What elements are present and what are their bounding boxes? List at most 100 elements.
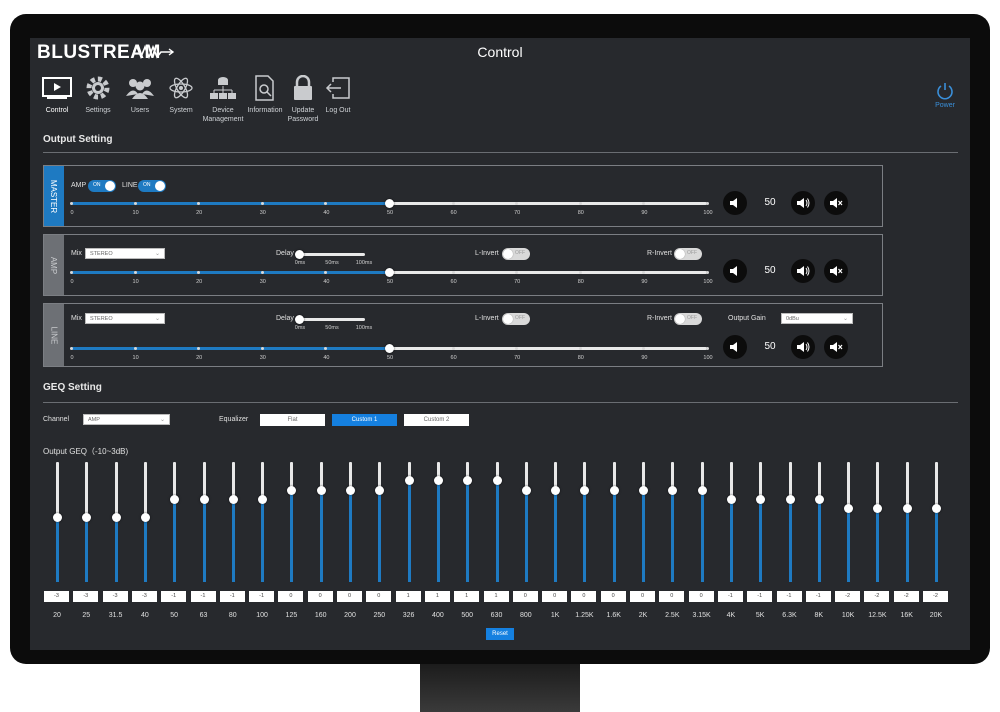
geq-band-value[interactable]: -2 (864, 591, 890, 602)
geq-band-value[interactable]: -1 (219, 591, 245, 602)
geq-band-knob[interactable] (785, 494, 795, 504)
geq-band-knob[interactable] (521, 485, 531, 495)
geq-band-value[interactable]: -1 (747, 591, 773, 602)
geq-band-knob[interactable] (609, 485, 619, 495)
geq-band-value[interactable]: 0 (366, 591, 392, 602)
geq-band-value[interactable]: 0 (571, 591, 597, 602)
geq-band-knob[interactable] (756, 494, 766, 504)
geq-band-knob[interactable] (697, 485, 707, 495)
geq-band-knob[interactable] (228, 494, 238, 504)
geq-band-knob[interactable] (111, 513, 121, 523)
geq-band-value[interactable]: 0 (688, 591, 714, 602)
line-volume-slider[interactable] (70, 344, 709, 353)
volume-tick-label: 60 (450, 355, 457, 361)
volume-up-button[interactable] (791, 259, 815, 283)
geq-band-value[interactable]: -3 (131, 591, 157, 602)
geq-band-knob[interactable] (82, 513, 92, 523)
nav-item-log-out[interactable]: Log Out (311, 74, 365, 115)
geq-band-value[interactable]: 0 (278, 591, 304, 602)
r-invert-toggle[interactable]: OFF (674, 313, 702, 325)
volume-knob[interactable] (385, 199, 394, 208)
preset-custom2-button[interactable]: Custom 2 (404, 414, 469, 426)
geq-band-knob[interactable] (492, 476, 502, 486)
geq-band-value[interactable]: 0 (512, 591, 538, 602)
geq-band-knob[interactable] (140, 513, 150, 523)
geq-band-fill (349, 489, 352, 582)
preset-custom1-button[interactable]: Custom 1 (332, 414, 397, 426)
mix-select[interactable]: STEREO ⌄ (85, 248, 165, 259)
mute-button[interactable] (824, 335, 848, 359)
geq-band-value[interactable]: -2 (893, 591, 919, 602)
l-invert-toggle[interactable]: OFF (502, 248, 530, 260)
amp-toggle[interactable]: ON (88, 180, 116, 192)
geq-band-value[interactable]: 1 (454, 591, 480, 602)
geq-band-value[interactable]: 0 (337, 591, 362, 602)
geq-band-value[interactable]: 1 (424, 591, 450, 602)
geq-band-knob[interactable] (199, 494, 209, 504)
geq-band-knob[interactable] (932, 504, 941, 514)
volume-up-button[interactable] (791, 335, 815, 359)
geq-band-knob[interactable] (873, 504, 883, 514)
geq-band-value[interactable]: 0 (630, 591, 655, 602)
geq-band-knob[interactable] (433, 476, 443, 486)
volume-down-button[interactable] (723, 259, 747, 283)
geq-band-value[interactable]: -1 (805, 591, 831, 602)
geq-band-value[interactable]: -3 (102, 591, 128, 602)
geq-band-knob[interactable] (346, 485, 355, 495)
reset-button[interactable]: Reset (486, 628, 514, 640)
volume-knob[interactable] (385, 344, 394, 353)
output-gain-label: Output Gain (728, 315, 766, 322)
volume-down-button[interactable] (723, 191, 747, 215)
volume-down-button[interactable] (723, 335, 747, 359)
geq-band-knob[interactable] (551, 485, 561, 495)
geq-band-value[interactable]: 1 (483, 591, 509, 602)
geq-band-value[interactable]: -1 (190, 591, 216, 602)
channel-select[interactable]: AMP ⌄ (83, 414, 170, 425)
geq-band-knob[interactable] (902, 504, 912, 514)
geq-band-knob[interactable] (375, 485, 385, 495)
master-volume-slider[interactable] (70, 199, 709, 208)
volume-knob[interactable] (385, 268, 394, 277)
amp-volume-slider[interactable] (70, 268, 709, 277)
geq-band-value[interactable]: 0 (542, 591, 568, 602)
geq-band-knob[interactable] (580, 485, 590, 495)
geq-band-knob[interactable] (844, 504, 854, 514)
geq-band-knob[interactable] (668, 485, 678, 495)
geq-band-value[interactable]: -2 (835, 591, 861, 602)
geq-band-knob[interactable] (639, 485, 648, 495)
geq-band-value[interactable]: -1 (161, 591, 187, 602)
delay-knob[interactable] (295, 250, 304, 259)
geq-band-value[interactable]: -2 (923, 591, 948, 602)
geq-band-knob[interactable] (404, 476, 414, 486)
geq-band-knob[interactable] (170, 494, 180, 504)
mute-button[interactable] (824, 191, 848, 215)
geq-band-value[interactable]: -1 (776, 591, 802, 602)
geq-band-knob[interactable] (287, 485, 297, 495)
delay-slider[interactable] (295, 315, 365, 324)
l-invert-toggle[interactable]: OFF (502, 313, 530, 325)
preset-flat-button[interactable]: Flat (260, 414, 325, 426)
delay-slider[interactable] (295, 250, 365, 259)
geq-band-knob[interactable] (316, 485, 326, 495)
delay-knob[interactable] (295, 315, 304, 324)
volume-up-button[interactable] (791, 191, 815, 215)
geq-band-value[interactable]: 0 (600, 591, 626, 602)
line-toggle[interactable]: ON (138, 180, 166, 192)
geq-band-knob[interactable] (53, 513, 62, 523)
geq-band-knob[interactable] (463, 476, 473, 486)
r-invert-toggle[interactable]: OFF (674, 248, 702, 260)
geq-band-value[interactable]: 0 (307, 591, 333, 602)
geq-band-value[interactable]: -1 (717, 591, 743, 602)
geq-band-value[interactable]: 0 (659, 591, 685, 602)
mute-button[interactable] (824, 259, 848, 283)
geq-band-value[interactable]: -3 (73, 591, 99, 602)
geq-band-value[interactable]: -3 (44, 591, 69, 602)
mix-select[interactable]: STEREO ⌄ (85, 313, 165, 324)
output-gain-select[interactable]: 0dBu ⌄ (781, 313, 853, 324)
geq-band-value[interactable]: 1 (395, 591, 421, 602)
geq-band-knob[interactable] (258, 494, 268, 504)
geq-band-value[interactable]: -1 (249, 591, 275, 602)
power-button[interactable]: Power (922, 82, 968, 109)
geq-band-knob[interactable] (726, 494, 736, 504)
geq-band-knob[interactable] (814, 494, 824, 504)
